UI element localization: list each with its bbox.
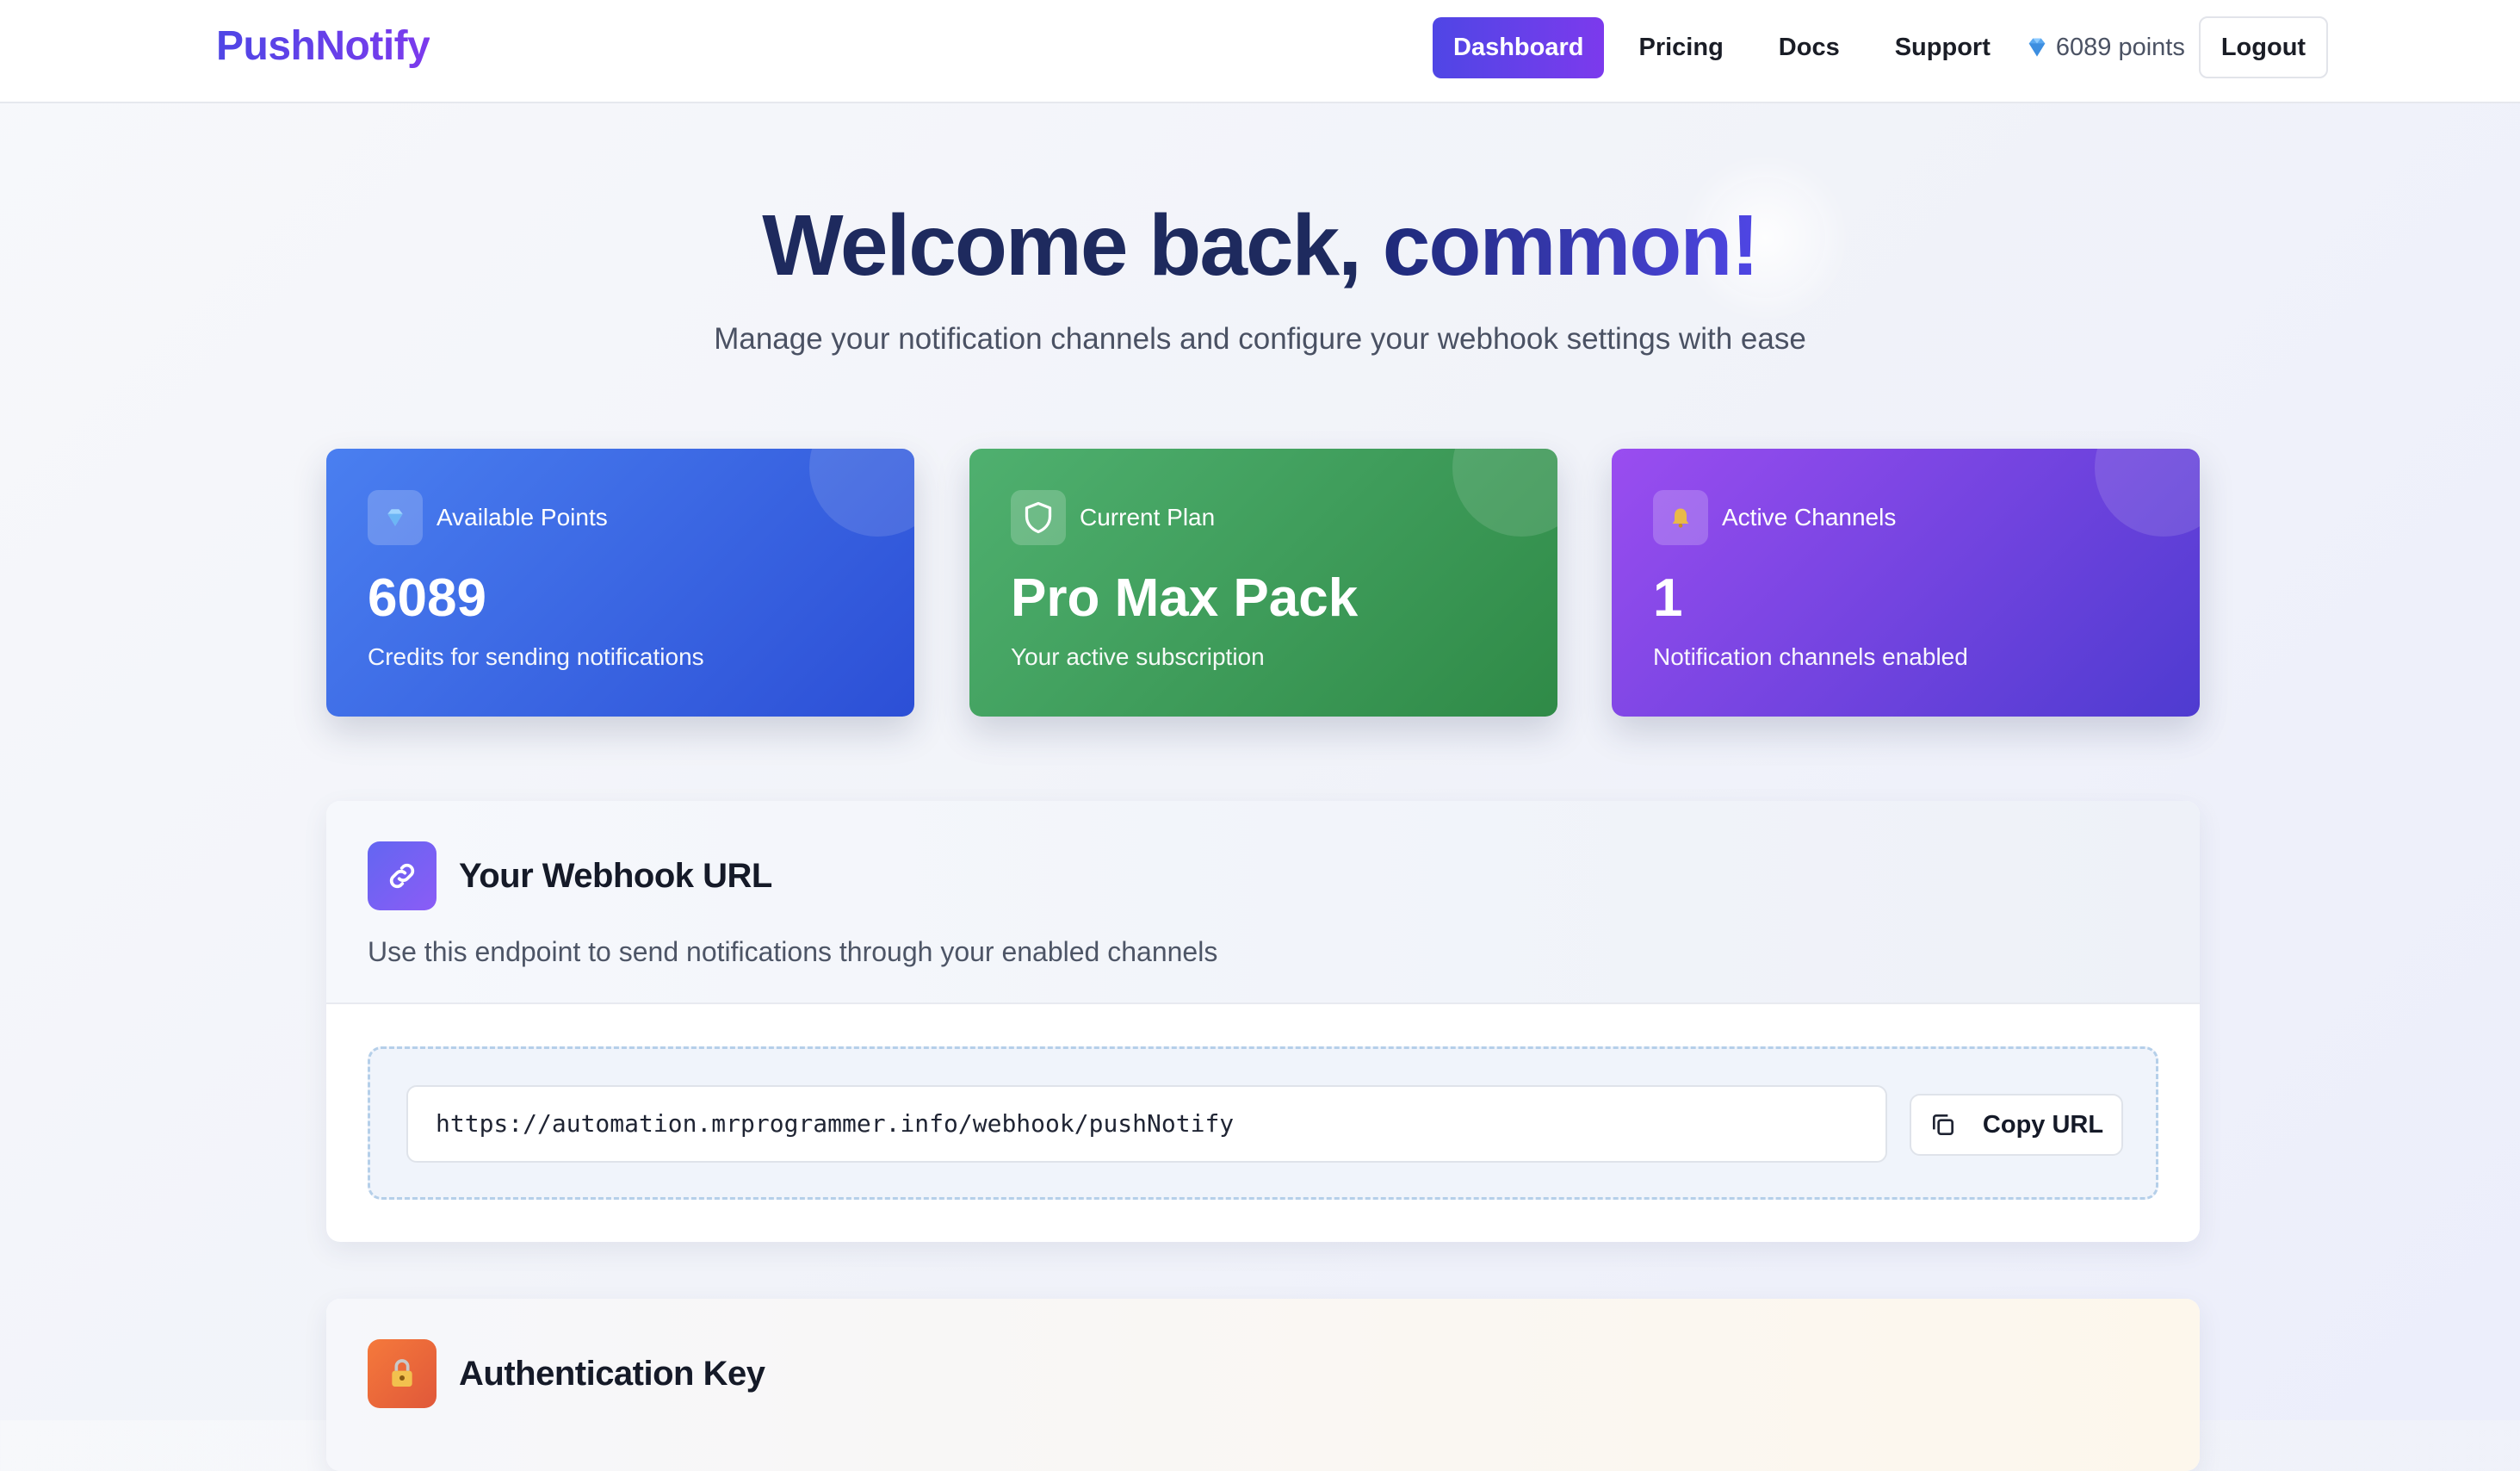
points-indicator: 6089 points xyxy=(2025,34,2185,62)
stat-description: Notification channels enabled xyxy=(1653,643,1968,670)
webhook-url-field[interactable]: https://automation.mrprogrammer.info/web… xyxy=(406,1085,1887,1163)
stat-value: 1 xyxy=(1653,568,1683,628)
gem-icon xyxy=(368,490,423,545)
stat-label: Current Plan xyxy=(1080,504,1216,531)
webhook-url-container: https://automation.mrprogrammer.info/web… xyxy=(368,1046,2158,1200)
welcome-heading: Welcome back, common! xyxy=(0,196,2520,295)
auth-key-title: Authentication Key xyxy=(459,1354,765,1393)
welcome-prefix: Welcome back, xyxy=(762,197,1362,294)
stat-label: Active Channels xyxy=(1722,504,1897,531)
stat-card-channels: Active Channels 1 Notification channels … xyxy=(1612,449,2200,717)
copy-url-label: Copy URL xyxy=(1982,1110,2104,1139)
card-decoration xyxy=(809,449,914,537)
copy-url-button[interactable]: Copy URL xyxy=(1910,1094,2123,1156)
welcome-username: common! xyxy=(1382,197,1760,294)
stat-label: Available Points xyxy=(437,504,608,531)
stat-value: 6089 xyxy=(368,568,486,628)
gem-icon xyxy=(2028,38,2046,57)
logout-button[interactable]: Logout xyxy=(2198,16,2329,78)
nav-docs[interactable]: Docs xyxy=(1758,17,1861,78)
stat-description: Your active subscription xyxy=(1011,643,1265,670)
link-icon xyxy=(368,841,437,910)
app-logo[interactable]: PushNotify xyxy=(216,22,430,70)
stat-card-plan: Current Plan Pro Max Pack Your active su… xyxy=(969,449,1557,717)
nav-pricing[interactable]: Pricing xyxy=(1618,17,1743,78)
webhook-title: Your Webhook URL xyxy=(459,856,772,895)
welcome-subtitle: Manage your notification channels and co… xyxy=(714,322,1806,356)
webhook-subtitle: Use this endpoint to send notifications … xyxy=(368,936,1218,967)
stat-value: Pro Max Pack xyxy=(1011,568,1359,628)
copy-icon xyxy=(1932,1114,1953,1135)
auth-key-card: Authentication Key xyxy=(326,1299,2200,1471)
nav-links: Dashboard Pricing Docs Support 6089 poin… xyxy=(1433,16,2329,78)
webhook-card-header: Your Webhook URL Use this endpoint to se… xyxy=(326,801,2200,1004)
auth-card-header: Authentication Key xyxy=(326,1299,2200,1471)
points-label: 6089 points xyxy=(2055,33,2185,61)
stat-card-points: Available Points 6089 Credits for sendin… xyxy=(326,449,914,717)
stat-description: Credits for sending notifications xyxy=(368,643,704,670)
bell-icon xyxy=(1653,490,1708,545)
top-navbar: PushNotify Dashboard Pricing Docs Suppor… xyxy=(0,0,2520,103)
nav-dashboard[interactable]: Dashboard xyxy=(1433,16,1605,78)
card-decoration xyxy=(2095,449,2200,537)
lock-icon xyxy=(368,1339,437,1408)
webhook-card: Your Webhook URL Use this endpoint to se… xyxy=(326,801,2200,1242)
shield-icon xyxy=(1011,490,1066,545)
card-decoration xyxy=(1452,449,1557,537)
nav-support[interactable]: Support xyxy=(1874,17,2011,78)
